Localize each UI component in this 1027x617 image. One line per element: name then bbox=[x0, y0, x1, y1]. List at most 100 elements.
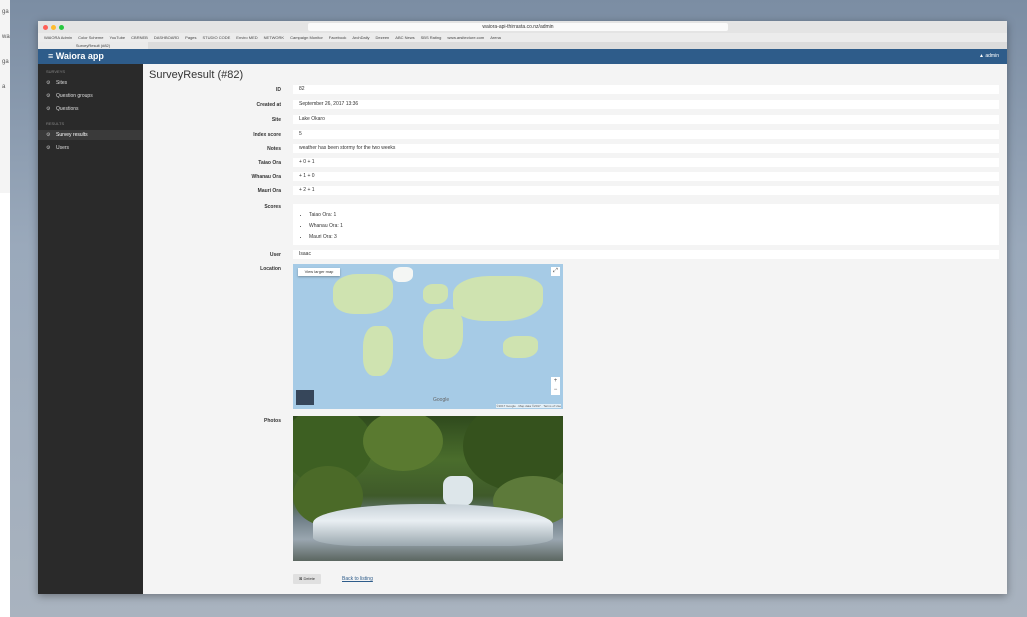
scores-list: Taiao Ora: 1 Whanau Ora: 1 Mauri Ora: 3 bbox=[293, 204, 999, 245]
browser-window: waiora-api-thirrasta.co.nz/admin WAIORA … bbox=[38, 21, 1007, 594]
gear-icon: ⚙ bbox=[46, 145, 51, 151]
strip-text-3: ga bbox=[2, 59, 9, 65]
app-title[interactable]: ≡ Waiora app bbox=[48, 51, 104, 61]
field-label-whanau-ora: Whanau Ora bbox=[251, 174, 281, 180]
sidebar-item-label: Survey results bbox=[56, 132, 88, 138]
bookmark-item[interactable]: Campaign Monitor bbox=[290, 35, 323, 40]
street-view-thumbnail[interactable] bbox=[296, 390, 314, 405]
field-label-created: Created at bbox=[256, 102, 281, 108]
gear-icon: ⚙ bbox=[46, 80, 51, 86]
maximize-window-icon[interactable] bbox=[59, 25, 64, 30]
zoom-out-button[interactable]: − bbox=[551, 386, 560, 395]
back-to-listing-link[interactable]: Back to listing bbox=[342, 576, 373, 582]
field-label-mauri-ora: Mauri Ora bbox=[257, 188, 281, 194]
sidebar-heading-results: RESULTS bbox=[46, 121, 65, 126]
strip-text-2: wa bbox=[2, 34, 10, 40]
field-label-photos: Photos bbox=[264, 418, 281, 424]
field-value-mauri-ora: + 2 + 1 bbox=[293, 186, 999, 195]
map-land-greenland bbox=[393, 267, 413, 282]
bookmark-item[interactable]: Pages bbox=[185, 35, 196, 40]
page-title: SurveyResult (#82) bbox=[149, 69, 244, 81]
field-label-location: Location bbox=[260, 266, 281, 272]
field-value-site: Lake Okaro bbox=[293, 115, 999, 124]
field-value-user[interactable]: Isaac bbox=[293, 250, 999, 259]
sidebar-item-questions[interactable]: ⚙ Questions bbox=[38, 104, 143, 114]
sidebar-heading-surveys: SURVEYS bbox=[46, 69, 66, 74]
score-item: Mauri Ora: 3 bbox=[309, 232, 999, 243]
sidebar-item-label: Sites bbox=[56, 80, 68, 86]
bookmark-item[interactable]: Arena bbox=[490, 35, 501, 40]
sidebar-item-sites[interactable]: ⚙ Sites bbox=[38, 78, 143, 88]
sidebar-item-question-groups[interactable]: ⚙ Question groups bbox=[38, 91, 143, 101]
field-label-index-score: Index score bbox=[253, 132, 281, 138]
minimize-window-icon[interactable] bbox=[51, 25, 56, 30]
gear-icon: ⚙ bbox=[46, 93, 51, 99]
browser-titlebar: waiora-api-thirrasta.co.nz/admin bbox=[38, 21, 1007, 33]
bookmark-item[interactable]: STUDIO CODE bbox=[203, 35, 231, 40]
field-label-id: ID bbox=[276, 87, 281, 93]
score-item: Taiao Ora: 1 bbox=[309, 210, 999, 221]
field-label-user: User bbox=[269, 252, 281, 258]
sidebar: SURVEYS ⚙ Sites ⚙ Question groups ⚙ Ques… bbox=[38, 64, 143, 594]
gear-icon: ⚙ bbox=[46, 132, 51, 138]
score-item: Whanau Ora: 1 bbox=[309, 221, 999, 232]
survey-photo[interactable] bbox=[293, 416, 563, 561]
bookmark-item[interactable]: YouTube bbox=[109, 35, 125, 40]
bookmark-item[interactable]: DASHBOARD bbox=[154, 35, 179, 40]
field-label-notes: Notes bbox=[267, 146, 281, 152]
location-map[interactable]: View larger map ⤢ + − Google ©2017 Googl… bbox=[293, 264, 563, 409]
field-value-index-score: 5 bbox=[293, 130, 999, 139]
bookmarks-bar: WAIORA Admin Color Scheme YouTube CBRNEB DAS… bbox=[38, 33, 1007, 42]
map-land-australia bbox=[503, 336, 538, 358]
field-label-site: Site bbox=[271, 117, 281, 123]
user-menu[interactable]: ▲ admin bbox=[979, 53, 999, 59]
field-value-whanau-ora: + 1 + 0 bbox=[293, 172, 999, 181]
map-land-asia bbox=[453, 276, 543, 321]
google-logo: Google bbox=[433, 397, 450, 403]
bookmark-item[interactable]: Enviro MED bbox=[236, 35, 257, 40]
photo-waterfall bbox=[443, 476, 473, 506]
bookmark-item[interactable]: www.arsitecture.com bbox=[447, 35, 484, 40]
field-value-notes: weather has been stormy for the two week… bbox=[293, 144, 999, 153]
sidebar-item-survey-results[interactable]: ⚙ Survey results bbox=[38, 130, 143, 140]
bookmark-item[interactable]: ArchDaily bbox=[352, 35, 369, 40]
tab-survey-result[interactable]: SurveyResult (#82) bbox=[38, 42, 148, 49]
bookmark-item[interactable]: WAIORA Admin bbox=[44, 35, 72, 40]
sidebar-item-label: Question groups bbox=[56, 93, 93, 99]
strip-text-4: a bbox=[2, 84, 6, 90]
field-label-taiao-ora: Taiao Ora bbox=[258, 160, 281, 166]
address-bar[interactable]: waiora-api-thirrasta.co.nz/admin bbox=[308, 23, 728, 31]
field-value-id: 82 bbox=[293, 85, 999, 94]
strip-text-1: ga bbox=[2, 9, 9, 15]
map-land-africa bbox=[423, 309, 463, 359]
sidebar-item-users[interactable]: ⚙ Users bbox=[38, 143, 143, 153]
bookmark-item[interactable]: ABC News bbox=[395, 35, 414, 40]
main-content: SurveyResult (#82) ID 82 Created at Sept… bbox=[143, 64, 1007, 594]
map-land-north-america bbox=[333, 274, 393, 314]
app-header: ≡ Waiora app ▲ admin bbox=[38, 49, 1007, 64]
close-window-icon[interactable] bbox=[43, 25, 48, 30]
sidebar-item-label: Questions bbox=[56, 106, 79, 112]
map-land-south-america bbox=[363, 326, 393, 376]
gear-icon: ⚙ bbox=[46, 106, 51, 112]
field-label-scores: Scores bbox=[264, 204, 281, 210]
field-value-taiao-ora: + 0 + 1 bbox=[293, 158, 999, 167]
photo-stream bbox=[313, 504, 553, 546]
map-land-europe bbox=[423, 284, 448, 304]
bookmark-item[interactable]: NETWORK bbox=[264, 35, 284, 40]
sidebar-item-label: Users bbox=[56, 145, 70, 151]
zoom-in-button[interactable]: + bbox=[551, 377, 560, 386]
fullscreen-icon[interactable]: ⤢ bbox=[551, 267, 560, 276]
photo-foliage bbox=[363, 416, 443, 471]
bookmark-item[interactable]: SBS Rating bbox=[421, 35, 442, 40]
bookmark-item[interactable]: Facebook bbox=[329, 35, 347, 40]
delete-button[interactable]: ⊠ Delete bbox=[293, 574, 321, 584]
bookmark-item[interactable]: Dezeen bbox=[375, 35, 389, 40]
tab-bar: SurveyResult (#82) bbox=[38, 42, 1007, 49]
bookmark-item[interactable]: Color Scheme bbox=[78, 35, 103, 40]
map-terms[interactable]: ©2017 Google · Map data ©2017 · Terms of… bbox=[496, 404, 561, 408]
bookmark-item[interactable]: CBRNEB bbox=[131, 35, 148, 40]
field-value-created: September 26, 2017 13:36 bbox=[293, 100, 999, 109]
zoom-control[interactable]: + − bbox=[551, 377, 560, 395]
view-larger-map-button[interactable]: View larger map bbox=[298, 268, 340, 276]
